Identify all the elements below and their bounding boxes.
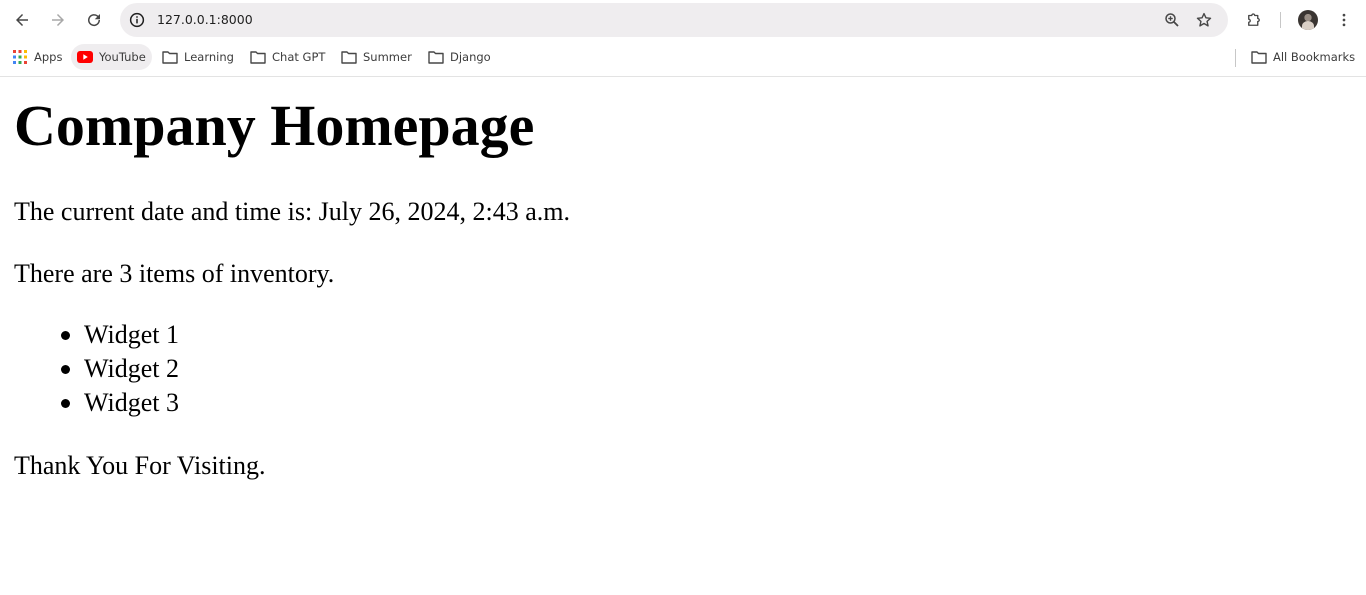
bookmarks-bar: Apps YouTube Learning Chat GPT Summer Dj… bbox=[0, 40, 1366, 77]
bookmark-label: Learning bbox=[184, 50, 234, 64]
list-item: Widget 2 bbox=[14, 352, 179, 386]
bookmark-label: Summer bbox=[363, 50, 412, 64]
folder-icon bbox=[162, 49, 178, 65]
all-bookmarks-label: All Bookmarks bbox=[1273, 50, 1356, 64]
forward-button[interactable] bbox=[44, 6, 72, 34]
zoom-icon bbox=[1165, 13, 1179, 27]
kebab-menu-icon bbox=[1342, 13, 1346, 27]
youtube-icon bbox=[77, 49, 93, 65]
datetime-text: The current date and time is: July 26, 2… bbox=[14, 197, 570, 226]
bookmark-youtube[interactable]: YouTube bbox=[71, 44, 152, 70]
inventory-count-text: There are 3 items of inventory. bbox=[14, 259, 335, 288]
reload-icon bbox=[88, 14, 101, 27]
inventory-list: Widget 1 Widget 2 Widget 3 bbox=[14, 318, 179, 420]
folder-icon bbox=[1251, 49, 1267, 65]
star-icon bbox=[1196, 12, 1212, 27]
footer-text: Thank You For Visiting. bbox=[14, 451, 266, 480]
list-item: Widget 3 bbox=[14, 386, 179, 420]
menu-button[interactable] bbox=[1330, 6, 1358, 34]
toolbar-divider bbox=[1280, 12, 1281, 28]
site-info-icon[interactable] bbox=[128, 11, 146, 29]
bookmark-label: Django bbox=[450, 50, 491, 64]
bookmark-folder-django[interactable]: Django bbox=[428, 44, 491, 70]
bookmark-label: Apps bbox=[34, 50, 63, 64]
list-item: Widget 1 bbox=[14, 318, 179, 352]
bookmark-folder-chat-gpt[interactable]: Chat GPT bbox=[250, 44, 325, 70]
bookmark-label: YouTube bbox=[99, 50, 146, 64]
all-bookmarks-button[interactable]: All Bookmarks bbox=[1251, 44, 1355, 70]
address-bar[interactable]: 127.0.0.1:8000 bbox=[120, 3, 1228, 37]
folder-icon bbox=[428, 49, 444, 65]
bookmark-star-button[interactable] bbox=[1194, 10, 1214, 30]
puzzle-icon bbox=[1248, 13, 1260, 26]
bookmark-folder-learning[interactable]: Learning bbox=[162, 44, 234, 70]
bookmark-folder-summer[interactable]: Summer bbox=[341, 44, 412, 70]
page-title: Company Homepage bbox=[14, 93, 535, 158]
folder-icon bbox=[341, 49, 357, 65]
extensions-button[interactable] bbox=[1240, 6, 1268, 34]
profile-avatar[interactable] bbox=[1298, 10, 1318, 30]
reload-button[interactable] bbox=[80, 6, 108, 34]
url-text[interactable]: 127.0.0.1:8000 bbox=[157, 3, 253, 37]
zoom-button[interactable] bbox=[1162, 10, 1182, 30]
bookmark-label: Chat GPT bbox=[272, 50, 326, 64]
arrow-right-icon bbox=[52, 14, 64, 26]
bookmarks-divider bbox=[1235, 49, 1236, 67]
page-content: Company Homepage The current date and ti… bbox=[0, 78, 1366, 595]
arrow-left-icon bbox=[16, 14, 28, 26]
back-button[interactable] bbox=[8, 6, 36, 34]
browser-toolbar: 127.0.0.1:8000 bbox=[0, 0, 1366, 40]
bookmark-apps[interactable]: Apps bbox=[12, 44, 62, 70]
apps-grid-icon bbox=[12, 49, 28, 65]
folder-icon bbox=[250, 49, 266, 65]
